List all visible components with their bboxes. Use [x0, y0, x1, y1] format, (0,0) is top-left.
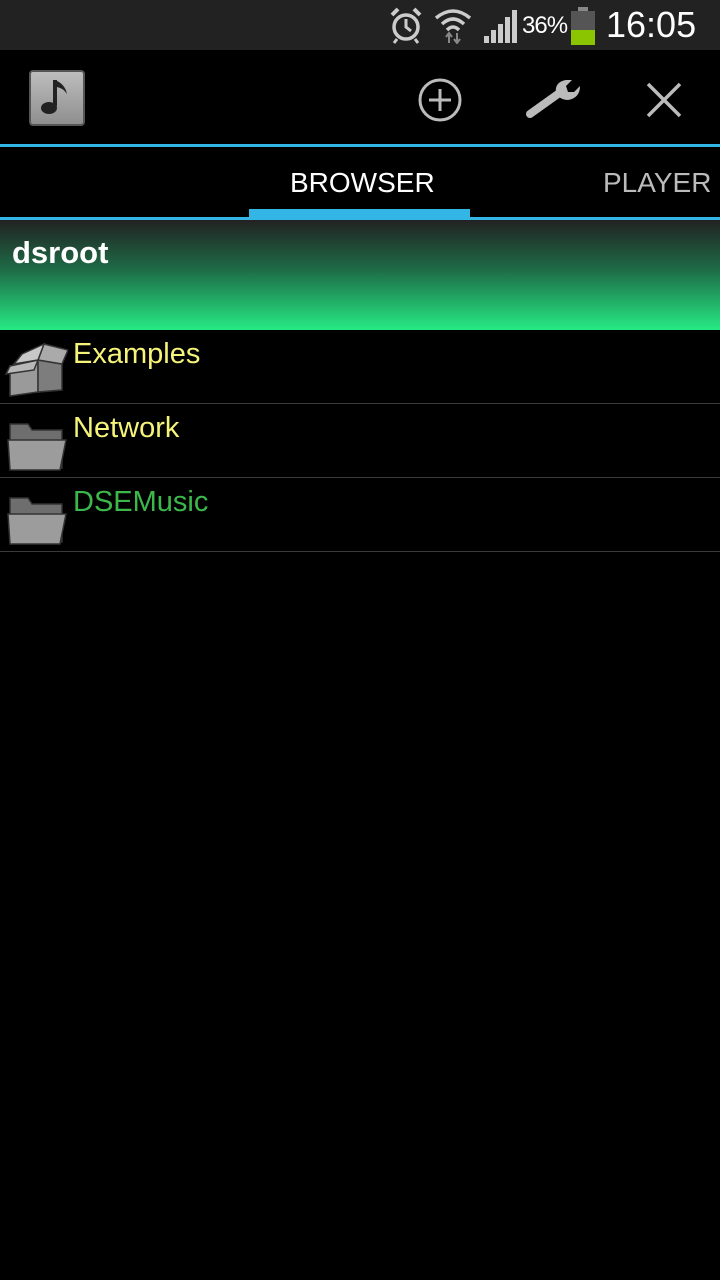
path-header: dsroot [0, 220, 720, 330]
app-screen: 36% 16:05 BROWSER PLAYER dsroot Examples… [0, 0, 720, 1280]
list-item[interactable]: Examples [0, 330, 720, 404]
status-bar: 36% 16:05 [0, 0, 720, 50]
tab-player[interactable]: PLAYER [603, 167, 711, 199]
tab-browser[interactable]: BROWSER [290, 167, 435, 199]
close-button[interactable] [636, 72, 692, 128]
battery-icon [570, 6, 596, 51]
settings-button[interactable] [524, 72, 580, 128]
item-label: DSEMusic [73, 486, 209, 518]
signal-icon [482, 6, 520, 49]
open-box-icon [4, 340, 70, 398]
folder-icon [4, 414, 68, 472]
file-list: Examples Network DSEMusic [0, 330, 720, 552]
status-clock: 16:05 [606, 4, 697, 45]
battery-percent: 36% [522, 12, 568, 39]
tab-strip: BROWSER PLAYER [0, 147, 720, 217]
alarm-icon [388, 6, 424, 49]
item-label: Network [73, 412, 180, 444]
list-item[interactable]: Network [0, 404, 720, 478]
wifi-icon [434, 6, 472, 49]
current-path-title: dsroot [12, 235, 109, 270]
item-label: Examples [73, 338, 201, 370]
wrench-icon [526, 80, 580, 118]
folder-icon [4, 488, 68, 546]
list-item[interactable]: DSEMusic [0, 478, 720, 552]
add-button[interactable] [412, 72, 468, 128]
add-circle-icon [418, 78, 462, 122]
close-icon [646, 82, 682, 118]
tab-indicator [249, 209, 470, 217]
action-bar [0, 50, 720, 147]
music-note-icon[interactable] [29, 70, 85, 126]
